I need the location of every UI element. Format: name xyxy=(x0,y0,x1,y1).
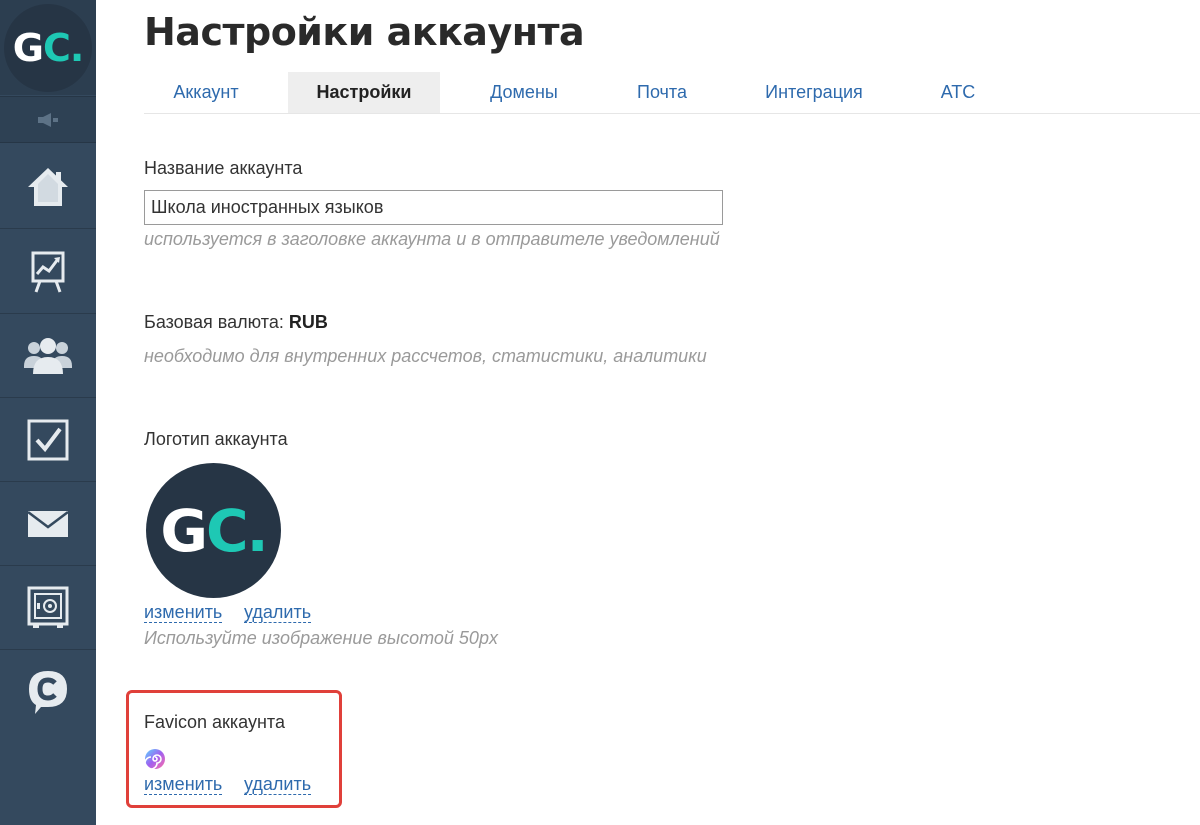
sidebar-item-safe[interactable] xyxy=(0,566,96,650)
account-name-input[interactable] xyxy=(144,190,723,225)
users-icon xyxy=(24,337,72,374)
chat-icon xyxy=(29,670,67,714)
sidebar-item-home[interactable] xyxy=(0,145,96,229)
checkbox-icon xyxy=(27,419,69,460)
main-content: Настройки аккаунта Аккаунт Настройки Дом… xyxy=(126,0,1200,825)
sidebar-logo[interactable]: GC. xyxy=(0,0,96,95)
sidebar-item-tasks[interactable] xyxy=(0,398,96,482)
account-name-label: Название аккаунта xyxy=(144,158,303,178)
sidebar: GC. xyxy=(0,0,96,825)
currency-row: Базовая валюта: RUB xyxy=(144,312,328,333)
tab-domains[interactable]: Домены xyxy=(474,72,574,113)
tab-mail[interactable]: Почта xyxy=(618,72,706,113)
logo-delete-link[interactable]: удалить xyxy=(244,602,312,623)
favicon-label: Favicon аккаунта xyxy=(144,712,285,732)
currency-value: RUB xyxy=(288,312,328,332)
tab-integration[interactable]: Интеграция xyxy=(750,72,878,113)
home-icon xyxy=(28,167,68,206)
tabs-bar: Аккаунт Настройки Домены Почта Интеграци… xyxy=(144,72,1200,114)
sidebar-item-analytics[interactable] xyxy=(0,230,96,314)
sidebar-item-chat[interactable] xyxy=(0,650,96,734)
logo-label: Логотип аккаунта xyxy=(144,429,288,449)
speaker-icon xyxy=(38,112,58,127)
mail-icon xyxy=(27,510,69,537)
chart-icon xyxy=(31,251,65,293)
account-logo-image: G C. xyxy=(146,463,281,598)
sidebar-footer xyxy=(0,731,96,825)
safe-icon xyxy=(27,586,69,628)
gc-logo-icon: GC. xyxy=(4,3,92,92)
currency-label: Базовая валюта: xyxy=(144,312,284,332)
spiral-favicon-icon xyxy=(144,749,165,770)
tab-ats[interactable]: АТС xyxy=(922,72,994,113)
logo-change-link[interactable]: изменить xyxy=(144,602,223,623)
favicon-delete-link[interactable]: удалить xyxy=(244,774,312,795)
tab-settings[interactable]: Настройки xyxy=(288,72,440,113)
sidebar-collapse-button[interactable] xyxy=(0,96,96,143)
favicon-change-link[interactable]: изменить xyxy=(144,774,223,795)
account-name-hint: используется в заголовке аккаунта и в от… xyxy=(144,229,720,249)
sidebar-item-users[interactable] xyxy=(0,314,96,398)
sidebar-item-mail[interactable] xyxy=(0,482,96,566)
tab-account[interactable]: Аккаунт xyxy=(144,72,268,113)
currency-hint: необходимо для внутренних рассчетов, ста… xyxy=(144,346,707,366)
page-title: Настройки аккаунта xyxy=(144,10,585,54)
logo-hint: Используйте изображение высотой 50px xyxy=(144,628,498,648)
